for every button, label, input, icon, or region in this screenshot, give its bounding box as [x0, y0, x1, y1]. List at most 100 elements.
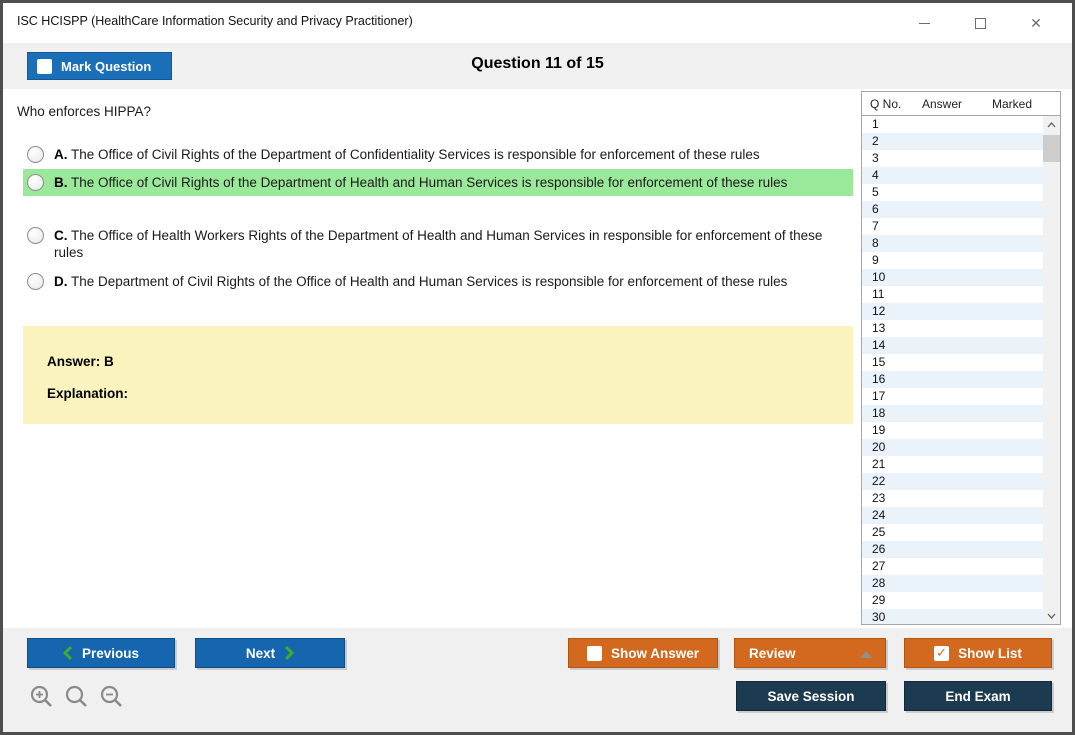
question-list-row[interactable]: 18	[862, 405, 1043, 422]
question-list-row[interactable]: 6	[862, 201, 1043, 218]
end-exam-button[interactable]: End Exam	[904, 681, 1052, 711]
show-list-checkbox[interactable]: ✓	[934, 645, 950, 661]
option-d[interactable]: D. The Department of Civil Rights of the…	[23, 268, 853, 295]
question-list-body: 1 2 3 4 5 6 7 8 9 10 11 12 13 14 15 16 1…	[862, 116, 1060, 624]
scrollbar-thumb[interactable]	[1043, 135, 1060, 162]
question-list-row[interactable]: 17	[862, 388, 1043, 405]
question-area: Who enforces HIPPA? A. The Office of Civ…	[3, 89, 861, 628]
mark-question-button[interactable]: Mark Question	[27, 52, 172, 80]
dropdown-up-icon	[860, 651, 872, 658]
zoom-in-icon[interactable]	[29, 684, 55, 710]
question-number: 19	[872, 423, 886, 437]
question-number: 4	[872, 168, 879, 182]
question-list-row[interactable]: 10	[862, 269, 1043, 286]
minimize-icon	[918, 22, 930, 24]
close-button[interactable]: ✕	[1008, 5, 1064, 41]
save-session-button[interactable]: Save Session	[736, 681, 886, 711]
scroll-down-button[interactable]	[1043, 607, 1060, 624]
question-number: 17	[872, 389, 886, 403]
column-header-marked: Marked	[992, 96, 1033, 111]
question-list-row[interactable]: 7	[862, 218, 1043, 235]
question-list-row[interactable]: 24	[862, 507, 1043, 524]
question-number: 20	[872, 440, 886, 454]
question-number: 10	[872, 270, 886, 284]
question-list-row[interactable]: 1	[862, 116, 1043, 133]
question-list-row[interactable]: 22	[862, 473, 1043, 490]
question-number: 23	[872, 491, 886, 505]
question-list-row[interactable]: 11	[862, 286, 1043, 303]
chevron-up-icon	[1047, 121, 1056, 127]
radio-icon[interactable]	[27, 146, 44, 163]
question-number: 24	[872, 508, 886, 522]
mark-question-checkbox[interactable]	[37, 58, 52, 74]
question-list-row[interactable]: 25	[862, 524, 1043, 541]
question-list-row[interactable]: 26	[862, 541, 1043, 558]
option-a[interactable]: A. The Office of Civil Rights of the Dep…	[23, 141, 853, 168]
radio-icon[interactable]	[27, 227, 44, 244]
question-list-row[interactable]: 14	[862, 337, 1043, 354]
question-list-header: Q No. Answer Marked	[862, 92, 1060, 116]
review-button[interactable]: Review	[734, 638, 886, 668]
show-answer-label: Show Answer	[610, 645, 699, 661]
question-number: 16	[872, 372, 886, 386]
scroll-up-button[interactable]	[1043, 116, 1060, 133]
zoom-out-icon[interactable]	[99, 684, 125, 710]
question-list-row[interactable]: 9	[862, 252, 1043, 269]
question-list-row[interactable]: 28	[862, 575, 1043, 592]
question-list-row[interactable]: 13	[862, 320, 1043, 337]
question-list-row[interactable]: 27	[862, 558, 1043, 575]
show-list-button[interactable]: ✓ Show List	[904, 638, 1052, 668]
question-number: 8	[872, 236, 879, 250]
question-number: 29	[872, 593, 886, 607]
question-list-row[interactable]: 21	[862, 456, 1043, 473]
answer-panel: Answer: B Explanation:	[23, 326, 853, 424]
radio-icon[interactable]	[27, 174, 44, 191]
option-d-body: The Department of Civil Rights of the Of…	[71, 274, 788, 289]
mark-question-label: Mark Question	[61, 58, 152, 74]
list-scrollbar[interactable]	[1043, 116, 1060, 624]
window-controls: ✕	[896, 3, 1064, 43]
next-button[interactable]: Next	[195, 638, 345, 668]
review-label: Review	[749, 645, 796, 661]
column-header-qno: Q No.	[870, 96, 902, 111]
maximize-button[interactable]	[952, 5, 1008, 41]
minimize-button[interactable]	[896, 5, 952, 41]
question-list-row[interactable]: 16	[862, 371, 1043, 388]
option-a-letter: A.	[54, 147, 68, 162]
question-list-row[interactable]: 8	[862, 235, 1043, 252]
question-list-row[interactable]: 19	[862, 422, 1043, 439]
question-list-row[interactable]: 5	[862, 184, 1043, 201]
question-list-row[interactable]: 20	[862, 439, 1043, 456]
option-d-letter: D.	[54, 274, 68, 289]
option-b-body: The Office of Civil Rights of the Depart…	[71, 175, 788, 190]
end-exam-label: End Exam	[945, 688, 1011, 704]
option-a-text: A. The Office of Civil Rights of the Dep…	[54, 146, 760, 163]
previous-button[interactable]: Previous	[27, 638, 175, 668]
window-title: ISC HCISPP (HealthCare Information Secur…	[17, 14, 413, 28]
header-strip: Question 11 of 15 Mark Question	[3, 43, 1072, 89]
question-list-row[interactable]: 4	[862, 167, 1043, 184]
question-list-row[interactable]: 29	[862, 592, 1043, 609]
option-c-text: C. The Office of Health Workers Rights o…	[54, 227, 832, 261]
question-number: 18	[872, 406, 886, 420]
chevron-right-icon	[285, 645, 295, 661]
question-list-row[interactable]: 12	[862, 303, 1043, 320]
question-list-row[interactable]: 3	[862, 150, 1043, 167]
question-number: 11	[872, 287, 885, 301]
question-rows: 1 2 3 4 5 6 7 8 9 10 11 12 13 14 15 16 1…	[862, 116, 1043, 624]
question-list-row[interactable]: 2	[862, 133, 1043, 150]
chevron-left-icon	[62, 645, 73, 661]
show-answer-button[interactable]: Show Answer	[568, 638, 718, 668]
radio-icon[interactable]	[27, 273, 44, 290]
option-c[interactable]: C. The Office of Health Workers Rights o…	[23, 222, 853, 266]
explanation-label: Explanation:	[47, 386, 129, 401]
question-list-row[interactable]: 15	[862, 354, 1043, 371]
option-b[interactable]: B. The Office of Civil Rights of the Dep…	[23, 169, 853, 196]
question-list-row[interactable]: 30	[862, 609, 1043, 624]
zoom-reset-icon[interactable]	[64, 684, 90, 710]
show-answer-checkbox[interactable]	[586, 645, 602, 661]
question-number: 25	[872, 525, 886, 539]
question-number: 1	[872, 117, 879, 131]
close-icon: ✕	[1030, 15, 1042, 31]
question-list-row[interactable]: 23	[862, 490, 1043, 507]
